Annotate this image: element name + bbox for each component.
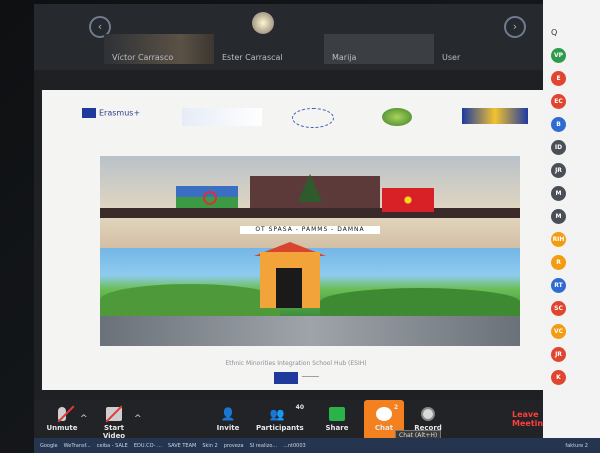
- video-options-chevron-icon[interactable]: ^: [134, 414, 142, 424]
- participants-icon: 👥: [269, 407, 285, 421]
- participant-avatar[interactable]: K: [551, 370, 566, 385]
- participant-avatar[interactable]: RT: [551, 278, 566, 293]
- invite-button[interactable]: 👤 Invite: [212, 400, 244, 442]
- participant-name: User: [442, 53, 461, 62]
- partner-logo: [292, 108, 334, 128]
- eu-flag-icon: [82, 108, 96, 118]
- participant-avatar[interactable]: SC: [551, 301, 566, 316]
- taskbar-item[interactable]: ...nt0003: [283, 443, 306, 449]
- participant-video-light: [252, 12, 274, 34]
- taskbar-item[interactable]: WeTransf...: [64, 443, 91, 449]
- floor: [100, 316, 520, 346]
- shared-screen: Erasmus+ OT SPASA - PAMMS - DAMNA Ethnic…: [42, 90, 550, 390]
- participant-avatar[interactable]: RIH: [551, 232, 566, 247]
- participant-avatar[interactable]: VC: [551, 324, 566, 339]
- taskbar-item[interactable]: Google: [40, 443, 58, 449]
- participant-avatar[interactable]: M: [551, 209, 566, 224]
- participant-avatar[interactable]: ID: [551, 140, 566, 155]
- taskbar-item[interactable]: ceiba - SALE: [97, 443, 128, 449]
- participant-avatar[interactable]: B: [551, 117, 566, 132]
- project-banner-logo: [462, 108, 528, 124]
- share-screen-icon: [329, 407, 345, 421]
- participant-avatar[interactable]: E: [551, 71, 566, 86]
- participant-thumbnails: Víctor Carrasco Ester Carrascal Marija U…: [104, 34, 544, 64]
- participant-tile[interactable]: User: [434, 34, 544, 64]
- macedonia-flag: [382, 188, 434, 212]
- hall-banner: OT SPASA - PAMMS - DAMNA: [240, 226, 380, 234]
- eu-funding-note: ━━━━━━━: [302, 374, 319, 379]
- participant-tile[interactable]: Víctor Carrasco: [104, 34, 214, 64]
- unmute-button[interactable]: Unmute: [42, 400, 82, 442]
- taskbar-item[interactable]: proveza: [224, 443, 244, 449]
- balcony: [100, 208, 520, 218]
- audio-options-chevron-icon[interactable]: ^: [80, 414, 88, 424]
- taskbar-item[interactable]: SI realizo...: [250, 443, 277, 449]
- erasmus-logo: Erasmus+: [82, 108, 140, 118]
- chat-bubble-icon: [376, 407, 392, 421]
- school-logo: [382, 108, 412, 126]
- school-hall-photo: OT SPASA - PAMMS - DAMNA: [100, 156, 520, 346]
- participants-panel: Q VP E EC B ID JR M M RIH R RT SC VC JR K: [543, 0, 600, 438]
- christmas-tree: [298, 174, 322, 202]
- eu-flag-icon: [274, 372, 298, 384]
- participant-name: Marija: [332, 53, 357, 62]
- participant-tile[interactable]: Ester Carrascal: [214, 34, 324, 64]
- doorway: [276, 268, 302, 308]
- participants-button[interactable]: 👥 Participants 40: [256, 400, 304, 442]
- taskbar-item[interactable]: fakture 2: [565, 443, 588, 449]
- participant-name: Víctor Carrasco: [112, 53, 174, 62]
- start-video-button[interactable]: Start Video: [92, 400, 136, 442]
- ministry-logo: [182, 108, 262, 126]
- chakra-wheel-icon: [203, 191, 217, 205]
- chat-badge: 2: [393, 404, 398, 411]
- taskbar: Google WeTransf... ceiba - SALE EDU.CO- ...…: [34, 438, 600, 453]
- meeting-toolbar: Unmute ^ Start Video ^ 👤 Invite 👥 Partic…: [34, 400, 577, 442]
- participant-name: Ester Carrascal: [222, 53, 283, 62]
- participant-avatar[interactable]: JR: [551, 347, 566, 362]
- taskbar-item[interactable]: Skin 2: [202, 443, 217, 449]
- share-screen-button[interactable]: Share: [322, 400, 352, 442]
- slide-caption: Ethnic Minorities Integration School Hub…: [225, 360, 367, 367]
- participant-avatar[interactable]: VP: [551, 48, 566, 63]
- zoom-window: ‹ › Víctor Carrasco Ester Carrascal Mari…: [34, 4, 577, 442]
- record-icon: [421, 407, 435, 421]
- video-camera-icon: [105, 405, 123, 423]
- participants-count: 40: [295, 404, 304, 411]
- participant-avatar[interactable]: R: [551, 255, 566, 270]
- video-strip: ‹ › Víctor Carrasco Ester Carrascal Mari…: [34, 4, 577, 70]
- participant-tile[interactable]: Marija: [324, 34, 434, 64]
- participant-avatar[interactable]: EC: [551, 94, 566, 109]
- microphone-icon: [57, 405, 75, 423]
- add-user-icon: 👤: [220, 407, 236, 421]
- taskbar-item[interactable]: EDU.CO- ...: [134, 443, 162, 449]
- participant-avatar[interactable]: M: [551, 186, 566, 201]
- taskbar-item[interactable]: SAVE TEAM: [168, 443, 196, 449]
- participant-avatar[interactable]: JR: [551, 163, 566, 178]
- search-label[interactable]: Q: [551, 28, 557, 37]
- logo-row: Erasmus+: [42, 104, 550, 134]
